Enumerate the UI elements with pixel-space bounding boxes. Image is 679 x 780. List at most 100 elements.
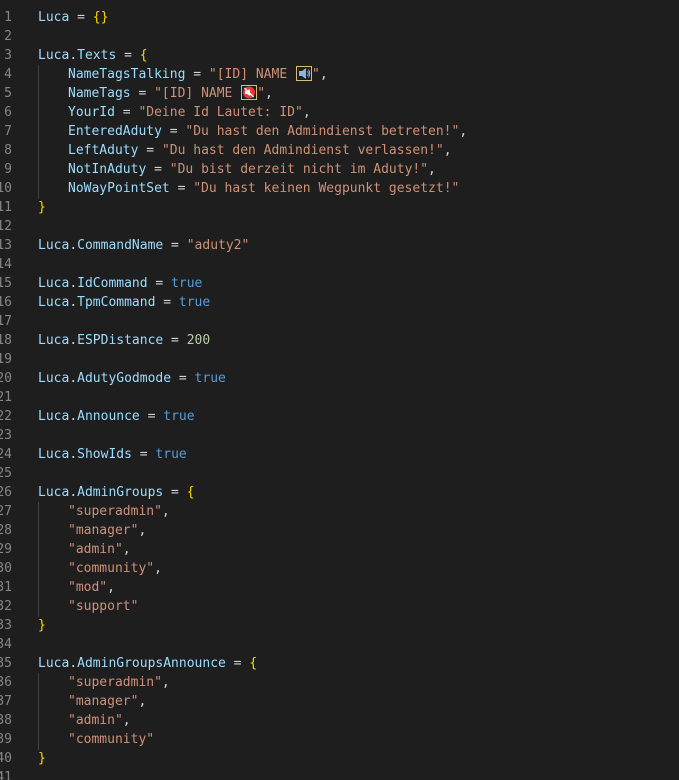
line-number: 25 [0,466,12,481]
code-line[interactable]: 32 "support" [0,597,679,616]
token-op: . [69,447,78,462]
token-bool: true [163,409,195,424]
code-line[interactable]: 38 "admin", [0,711,679,730]
token-brace: { [186,485,195,500]
token-str: " [257,86,266,101]
code-line[interactable]: 31 "mod", [0,578,679,597]
code-line[interactable]: 19 [0,350,679,369]
line-number: 21 [0,390,12,405]
token-bool: true [171,276,203,291]
token-var: NameTagsTalking [68,67,186,82]
code-line[interactable]: 28 "manager", [0,521,679,540]
code-line[interactable]: 24 Luca.ShowIds = true [0,445,679,464]
token-var: EnteredAduty [68,124,162,139]
code-line[interactable]: 12 [0,217,679,236]
line-code: Luca = {} [38,8,108,27]
code-line[interactable]: 27 "superadmin", [0,502,679,521]
code-line[interactable]: 9 NotInAduty = "Du bist derzeit nicht im … [0,160,679,179]
token-bool: true [178,295,211,310]
token-op: = [171,371,195,386]
code-line[interactable]: 33} [0,616,679,635]
code-line[interactable]: 6 YourId = "Deine Id Lautet: ID", [0,103,679,122]
token-op: . [69,485,78,500]
line-number: 17 [0,314,12,329]
token-op: = [130,86,155,101]
code-line[interactable]: 22 Luca.Announce = true [0,407,679,426]
token-op: = [138,143,162,158]
code-line[interactable]: 35 Luca.AdminGroupsAnnounce = { [0,654,679,673]
line-code: Luca.AdutyGodmode = true [38,369,226,388]
code-line[interactable]: 20 Luca.AdutyGodmode = true [0,369,679,388]
token-var: Luca [38,656,70,671]
token-op: . [69,276,78,291]
line-code: NameTags = "[ID] NAME ", [38,84,273,103]
code-line[interactable]: 18 Luca.ESPDistance = 200 [0,331,679,350]
line-number: 38 [0,713,12,728]
code-line[interactable]: 34 [0,635,679,654]
code-line[interactable]: 36 "superadmin", [0,673,679,692]
token-str: "aduty2" [186,238,250,253]
line-number: 14 [0,257,12,272]
code-line[interactable]: 5 NameTags = "[ID] NAME ", [0,84,679,103]
line-number: 35 [0,656,12,671]
token-str: "admin" [68,542,123,557]
token-brace: } [38,618,46,633]
code-line[interactable]: 15 Luca.IdCommand = true [0,274,679,293]
line-number: 1 [4,10,12,25]
code-line[interactable]: 11} [0,198,679,217]
line-number: 2 [4,29,12,44]
code-line[interactable]: 1 Luca = {} [0,8,679,27]
code-line[interactable]: 41 [0,768,679,780]
code-line[interactable]: 4 NameTagsTalking = "[ID] NAME ", [0,65,679,84]
line-code: "admin", [38,540,131,559]
code-line[interactable]: 29 "admin", [0,540,679,559]
code-line[interactable]: 7 EnteredAduty = "Du hast den Admindienst… [0,122,679,141]
code-line[interactable]: 14 [0,255,679,274]
code-line[interactable]: 23 [0,426,679,445]
muted-speaker-icon [241,85,258,100]
line-number: 23 [0,428,12,443]
token-op: = [225,656,250,671]
token-var: IdCommand [77,276,148,291]
token-op: = [161,124,186,139]
line-code: YourId = "Deine Id Lautet: ID", [38,103,311,122]
line-code: Luca.ShowIds = true [38,445,187,464]
token-op: = [163,333,187,348]
line-number: 31 [0,580,12,595]
code-line[interactable]: 13 Luca.CommandName = "aduty2" [0,236,679,255]
line-code: } [38,616,46,635]
code-line[interactable]: 30 "community", [0,559,679,578]
code-line[interactable]: 39 "community" [0,730,679,749]
code-editor[interactable]: 1 Luca = {} 2 3 Luca.Texts = {4 NameTagsTalki… [0,0,679,780]
token-str: "[ID] NAME [208,67,295,82]
code-line[interactable]: 21 [0,388,679,407]
token-str: "community" [68,732,155,747]
line-number: 5 [4,86,12,101]
line-code: NoWayPointSet = "Du hast keinen Wegpunkt… [38,179,459,198]
token-str: "Du hast den Admindienst betreten!" [185,124,460,139]
token-var: Announce [77,409,140,424]
code-line[interactable]: 16 Luca.TpmCommand = true [0,293,679,312]
token-str: "manager" [68,523,139,538]
code-line[interactable]: 40} [0,749,679,768]
token-op: , [161,504,170,519]
code-line[interactable]: 2 [0,27,679,46]
token-op: , [428,162,436,177]
token-var: Luca [38,447,70,462]
token-op: , [122,713,131,728]
code-line[interactable]: 3 Luca.Texts = { [0,46,679,65]
code-line[interactable]: 8 LeftAduty = "Du hast den Admindienst ve… [0,141,679,160]
token-op: = [169,181,194,196]
code-line[interactable]: 10 NoWayPointSet = "Du hast keinen Wegpun… [0,179,679,198]
token-var: TpmCommand [77,295,156,310]
code-line[interactable]: 26 Luca.AdminGroups = { [0,483,679,502]
token-str: "Du hast den Admindienst verlassen!" [161,143,444,158]
token-str: "manager" [68,694,139,709]
token-var: Luca [38,10,70,25]
code-line[interactable]: 17 [0,312,679,331]
token-op: = [139,409,164,424]
code-line[interactable]: 25 [0,464,679,483]
token-var: Luca [38,48,70,63]
code-line[interactable]: 37 "manager", [0,692,679,711]
token-op: , [319,67,328,82]
